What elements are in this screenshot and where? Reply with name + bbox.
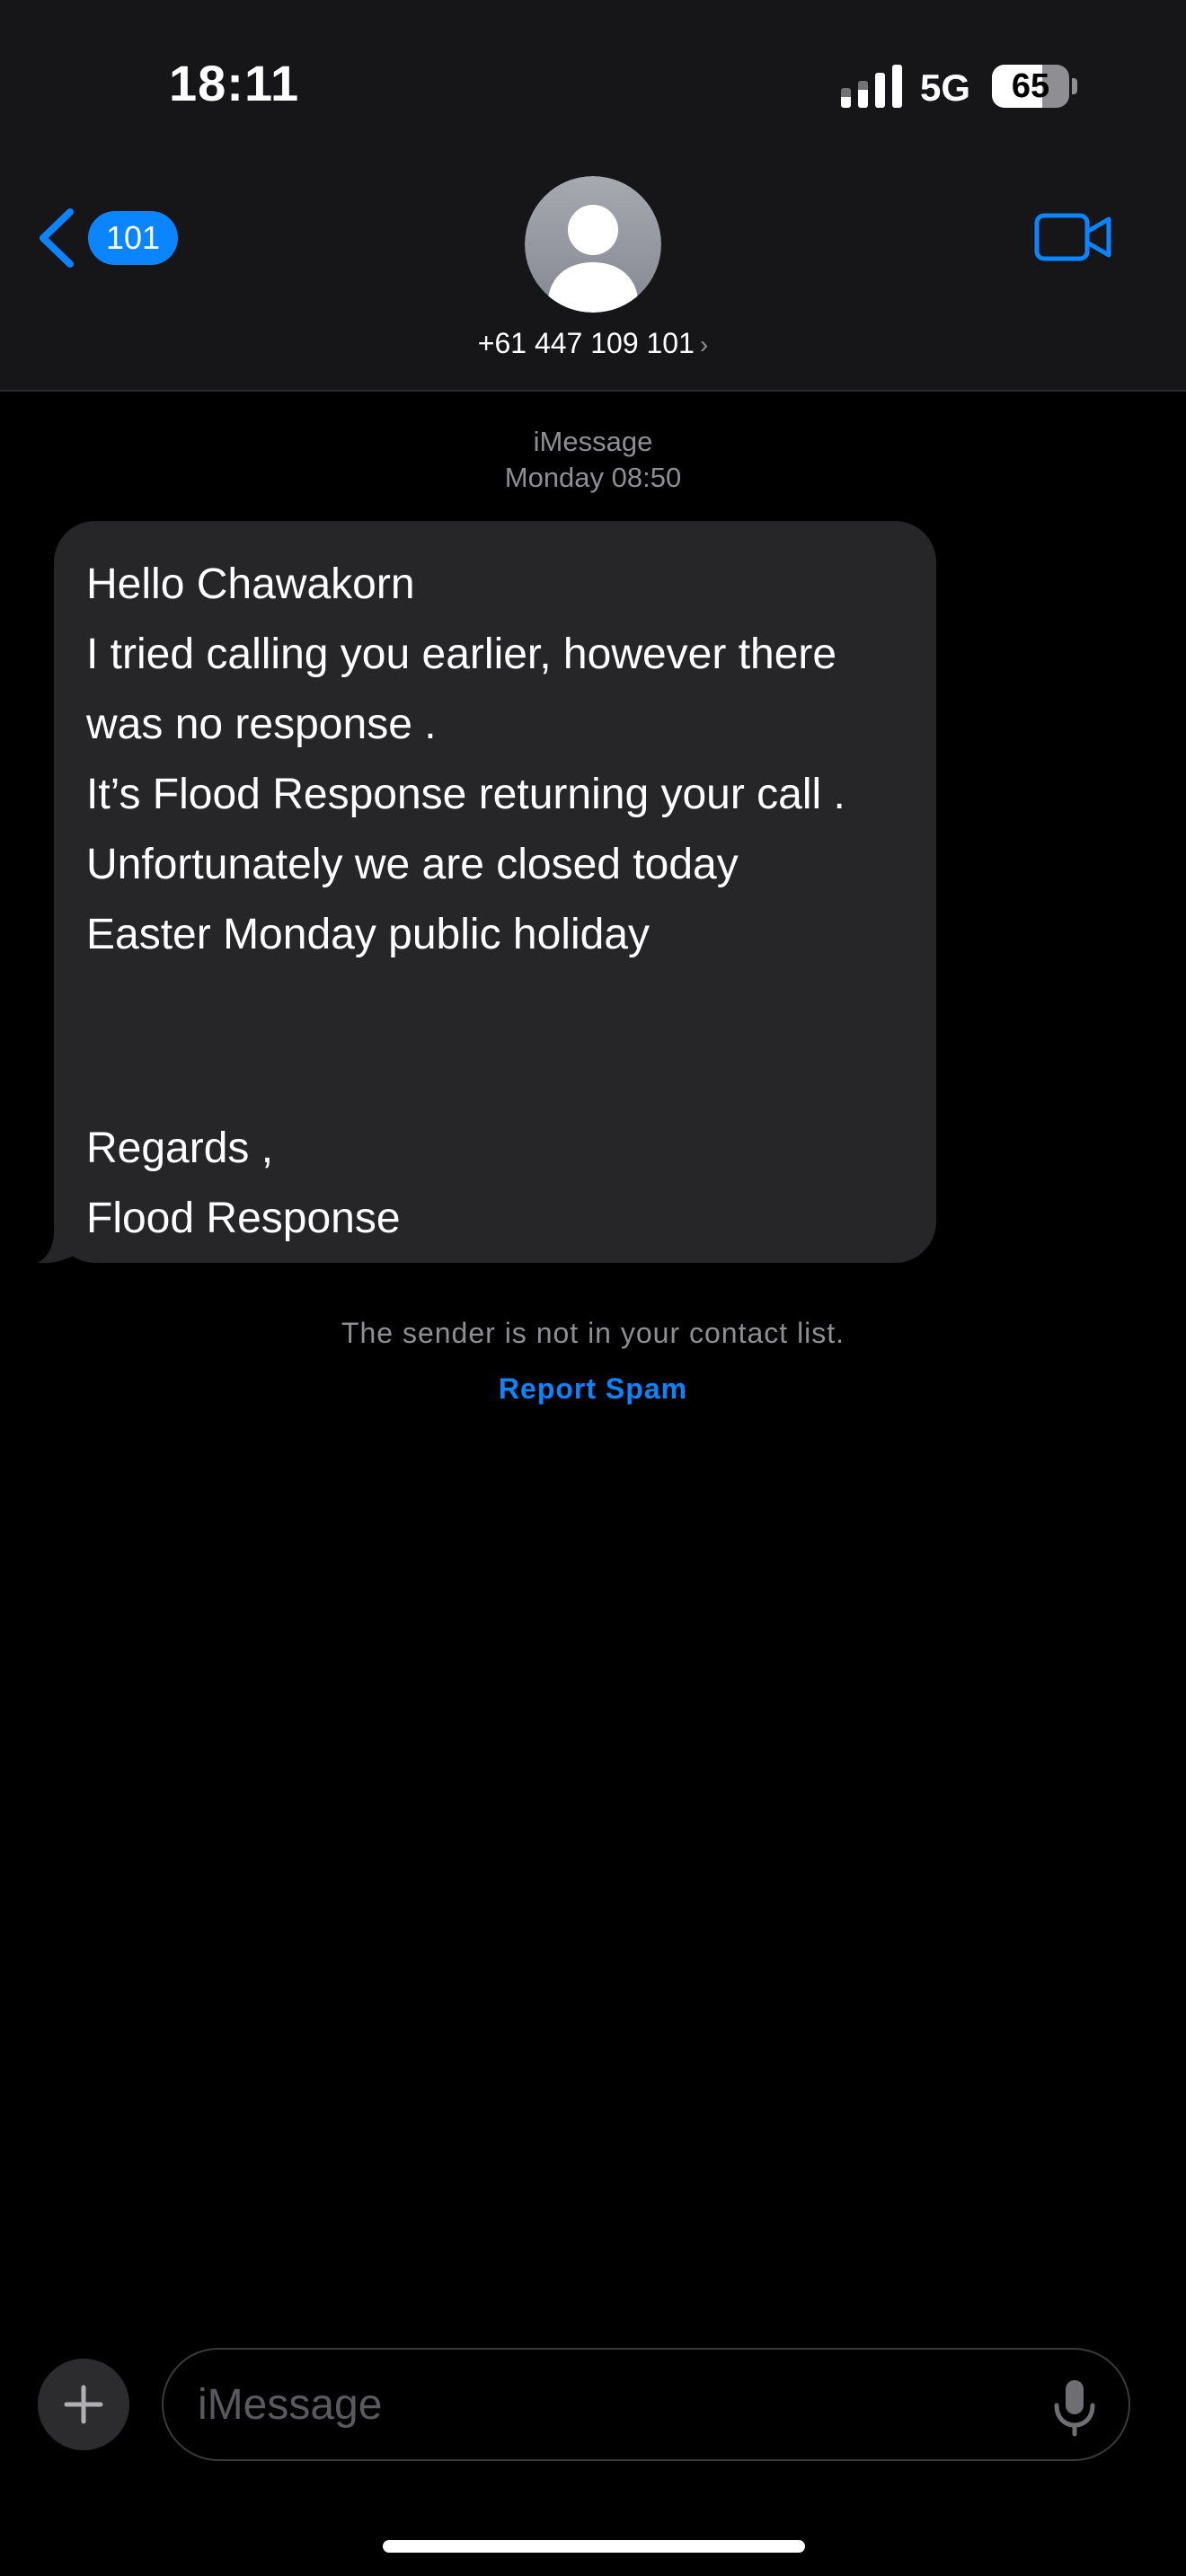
message-line: I tried calling you earlier, however the…: [86, 631, 837, 678]
message-line: Easter Monday public holiday: [86, 911, 651, 958]
report-spam-link[interactable]: Report Spam: [0, 1372, 1186, 1406]
message-compose-field[interactable]: [162, 2348, 1130, 2461]
message-line: Regards ,: [86, 1125, 274, 1172]
message-timestamp: Monday 08:50: [504, 462, 682, 493]
message-input[interactable]: [198, 2350, 1006, 2459]
video-camera-icon[interactable]: [1033, 208, 1114, 266]
unread-count-badge: 101: [88, 211, 179, 265]
unknown-sender-note: The sender is not in your contact list.: [341, 1317, 845, 1349]
back-button[interactable]: 101: [36, 207, 179, 269]
contact-number: +61 447 109 101: [477, 327, 695, 359]
contact-name[interactable]: +61 447 109 101 ›: [0, 327, 1186, 360]
home-indicator: [383, 2540, 805, 2553]
avatar[interactable]: [525, 176, 661, 313]
chevron-right-icon: ›: [699, 331, 709, 358]
message-line: Unfortunately we are closed today: [86, 841, 739, 888]
message-line: Flood Response: [86, 1195, 401, 1242]
network-type: 5G: [920, 66, 971, 109]
cellular-signal-icon: [841, 65, 902, 108]
incoming-message-bubble[interactable]: Hello Chawakorn I tried calling you earl…: [54, 521, 936, 1263]
battery-level: 65: [1011, 67, 1050, 105]
chevron-left-icon: [40, 208, 74, 268]
plus-icon[interactable]: [38, 2359, 129, 2450]
battery-indicator: 65: [992, 65, 1069, 108]
conversation-header: 18:11 5G 65 101 +61 447 109 101 ›: [0, 0, 1186, 392]
battery-cap: [1072, 78, 1077, 94]
message-line: was no response .: [86, 701, 437, 748]
status-time: 18:11: [169, 55, 300, 111]
message-service-label: iMessage: [533, 426, 653, 457]
microphone-icon[interactable]: [1042, 2375, 1107, 2439]
message-line: Hello Chawakorn: [86, 560, 415, 608]
message-line: It’s Flood Response returning your call …: [86, 771, 845, 818]
